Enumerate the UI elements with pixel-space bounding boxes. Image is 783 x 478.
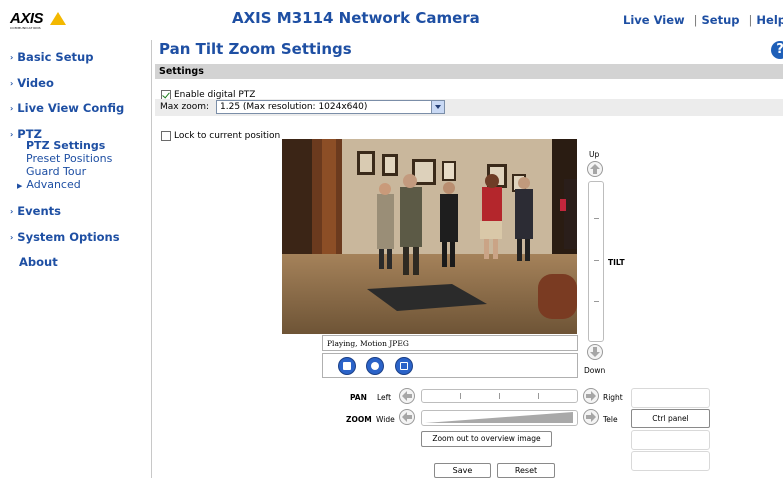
- slider-tick: [499, 393, 500, 399]
- pan-label: PAN: [350, 393, 367, 402]
- slider-tick: [594, 218, 599, 219]
- sidebar-item-events[interactable]: › Events: [10, 204, 61, 218]
- zoom-label: ZOOM: [346, 415, 372, 424]
- tilt-up-button[interactable]: [587, 161, 603, 177]
- sidebar-item-live-view-config[interactable]: › Live View Config: [10, 101, 124, 115]
- zoom-wide-label: Wide: [376, 415, 395, 424]
- snapshot-button[interactable]: [366, 357, 384, 375]
- zoom-tele-label: Tele: [603, 415, 618, 424]
- ctrl-panel-slot: [631, 388, 710, 408]
- arrow-down-icon: [590, 347, 600, 357]
- video-status-bar: Playing, Motion JPEG: [322, 335, 578, 351]
- sidebar-item-video[interactable]: › Video: [10, 76, 54, 90]
- tilt-down-label: Down: [584, 366, 606, 375]
- triangle-right-icon: ▶: [17, 182, 23, 190]
- arrow-left-icon: [402, 391, 412, 401]
- sidebar-item-label: Live View Config: [17, 101, 125, 115]
- tilt-label: TILT: [608, 258, 625, 267]
- pan-left-label: Left: [377, 393, 392, 402]
- video-frame: [282, 139, 577, 334]
- enable-digital-ptz-label: Enable digital PTZ: [174, 89, 256, 100]
- sidebar-item-about[interactable]: About: [19, 255, 58, 269]
- pan-right-label: Right: [603, 393, 623, 402]
- zoom-out-overview-button[interactable]: Zoom out to overview image: [421, 431, 552, 447]
- sidebar-subitem-guard-tour[interactable]: Guard Tour: [26, 165, 86, 178]
- top-nav: Live View | Setup | Help: [623, 13, 783, 27]
- ctrl-panel-slot: [631, 430, 710, 450]
- lock-position-label: Lock to current position: [174, 130, 281, 141]
- stop-button[interactable]: [338, 357, 356, 375]
- arrow-right-icon: [586, 412, 596, 422]
- sidebar-item-system-options[interactable]: › System Options: [10, 230, 120, 244]
- chevron-right-icon: ›: [10, 104, 14, 113]
- zoom-slider[interactable]: [421, 410, 578, 426]
- lock-position-row: Lock to current position: [161, 125, 280, 144]
- chevron-right-icon: ›: [10, 207, 14, 216]
- sidebar-subitem-preset-positions[interactable]: Preset Positions: [26, 152, 112, 165]
- stop-icon: [343, 362, 351, 370]
- pan-left-button[interactable]: [399, 388, 415, 404]
- axis-logo: AXIS COMMUNICATIONS: [10, 10, 68, 32]
- fullscreen-button[interactable]: [395, 357, 413, 375]
- slider-tick: [460, 393, 461, 399]
- sidebar: › Basic Setup › Video › Live View Config › P…: [0, 40, 152, 478]
- page-title: Pan Tilt Zoom Settings: [159, 40, 352, 58]
- tilt-down-button[interactable]: [587, 344, 603, 360]
- arrow-right-icon: [586, 391, 596, 401]
- nav-help-link[interactable]: Help: [756, 13, 783, 27]
- zoom-wedge-graphic: [425, 412, 573, 423]
- nav-separator: |: [748, 13, 753, 27]
- logo-subtext: COMMUNICATIONS: [10, 26, 41, 30]
- zoom-tele-button[interactable]: [583, 409, 599, 425]
- lock-position-checkbox[interactable]: [161, 130, 171, 141]
- arrow-left-icon: [402, 412, 412, 422]
- sidebar-item-label: Basic Setup: [17, 50, 94, 64]
- max-zoom-label: Max zoom:: [160, 102, 210, 112]
- sidebar-item-label: System Options: [17, 230, 120, 244]
- sidebar-item-label: Video: [17, 76, 54, 90]
- slider-tick: [594, 301, 599, 302]
- nav-live-view-link[interactable]: Live View: [623, 13, 685, 27]
- nav-separator: |: [693, 13, 698, 27]
- ctrl-panel-button[interactable]: Ctrl panel: [631, 409, 710, 428]
- slider-tick: [594, 260, 599, 261]
- max-zoom-value: 1.25 (Max resolution: 1024x640): [220, 102, 368, 112]
- sidebar-item-label: Events: [17, 204, 61, 218]
- sidebar-subitem-advanced[interactable]: ▶ Advanced: [17, 178, 81, 191]
- app-title: AXIS M3114 Network Camera: [232, 9, 480, 27]
- live-video-image[interactable]: [282, 139, 577, 334]
- video-controls: [322, 353, 578, 378]
- tilt-up-label: Up: [589, 150, 600, 159]
- settings-section-header: Settings: [155, 64, 783, 79]
- reset-button[interactable]: Reset: [497, 463, 555, 478]
- tilt-slider[interactable]: [588, 181, 604, 342]
- chevron-right-icon: ›: [10, 53, 14, 62]
- help-icon[interactable]: ?: [771, 41, 783, 59]
- max-zoom-select[interactable]: 1.25 (Max resolution: 1024x640): [216, 100, 445, 114]
- chevron-right-icon: ›: [10, 79, 14, 88]
- sidebar-subitem-ptz-settings[interactable]: PTZ Settings: [26, 139, 105, 152]
- ctrl-panel-slot: [631, 451, 710, 471]
- dropdown-arrow-icon: [431, 101, 444, 113]
- camera-icon: [371, 362, 379, 370]
- chevron-right-icon: ›: [10, 233, 14, 242]
- zoom-wide-button[interactable]: [399, 409, 415, 425]
- pan-right-button[interactable]: [583, 388, 599, 404]
- enable-digital-ptz-checkbox[interactable]: [161, 89, 171, 100]
- save-button[interactable]: Save: [434, 463, 491, 478]
- slider-tick: [538, 393, 539, 399]
- sidebar-subitem-label: Advanced: [26, 178, 81, 191]
- arrow-up-icon: [590, 164, 600, 174]
- logo-text: AXIS: [10, 10, 44, 27]
- fullscreen-icon: [400, 362, 408, 370]
- nav-setup-link[interactable]: Setup: [702, 13, 740, 27]
- sidebar-item-basic-setup[interactable]: › Basic Setup: [10, 50, 93, 64]
- chevron-down-icon: ›: [10, 130, 14, 139]
- max-zoom-row: Max zoom: 1.25 (Max resolution: 1024x640…: [155, 99, 783, 116]
- logo-triangle-icon: [50, 12, 66, 25]
- pan-slider[interactable]: [421, 389, 578, 403]
